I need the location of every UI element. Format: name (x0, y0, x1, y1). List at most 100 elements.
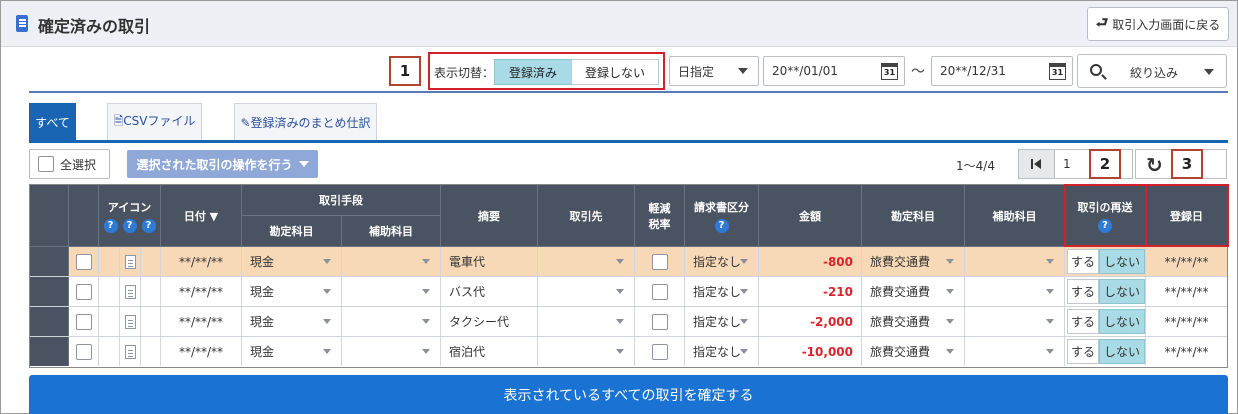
account-select[interactable]: 旅費交通費 (862, 277, 965, 306)
chevron-down-icon (946, 349, 954, 354)
method-sub-select[interactable] (342, 337, 441, 366)
date-from-input[interactable]: 20**/01/01 31 (763, 56, 905, 86)
partner-select[interactable] (538, 247, 635, 276)
table-row[interactable]: **/**/** 現金 宿泊代 指定なし -10,000 旅費交通費 する しな… (30, 337, 1227, 367)
page-number[interactable]: 1 (1063, 157, 1071, 171)
calendar-icon[interactable]: 31 (881, 63, 898, 80)
sub-account-select[interactable] (965, 247, 1065, 276)
reduced-tax-checkbox[interactable] (651, 313, 668, 330)
document-icon[interactable] (124, 314, 136, 329)
amount-cell[interactable]: -210 (759, 277, 862, 306)
account-select[interactable]: 旅費交通費 (862, 307, 965, 336)
partner-select[interactable] (538, 307, 635, 336)
help-icon[interactable]: ? (141, 218, 156, 233)
date-mode-select[interactable]: 日指定 (669, 56, 759, 86)
invoice-value: 指定なし (693, 345, 742, 359)
column-header-method: 取引手段 (242, 185, 441, 216)
account-value: 旅費交通費 (870, 315, 931, 329)
confirm-all-button[interactable]: 表示されているすべての取引を確定する (29, 375, 1228, 414)
row-handle[interactable] (30, 277, 69, 306)
resend-yes-button[interactable]: する (1067, 279, 1099, 304)
summary-cell[interactable]: タクシー代 (441, 307, 538, 336)
invoice-select[interactable]: 指定なし (685, 337, 759, 366)
reduced-tax-checkbox[interactable] (651, 343, 668, 360)
callout-3: 3 (1171, 149, 1203, 179)
amount-value: -10,000 (801, 344, 853, 359)
invoice-select[interactable]: 指定なし (685, 307, 759, 336)
table-row[interactable]: **/**/** 現金 電車代 指定なし -800 旅費交通費 する しない *… (30, 247, 1227, 277)
date-to-input[interactable]: 20**/12/31 31 (931, 56, 1073, 86)
method-account-select[interactable]: 現金 (242, 277, 342, 306)
resend-yes-button[interactable]: する (1067, 339, 1099, 364)
method-account-select[interactable]: 現金 (242, 247, 342, 276)
document-icon[interactable] (124, 344, 136, 359)
first-page-icon[interactable] (1019, 150, 1055, 178)
summary-cell[interactable]: 宿泊代 (441, 337, 538, 366)
document-icon[interactable] (124, 284, 136, 299)
resend-no-button[interactable]: しない (1099, 279, 1145, 304)
toggle-not-registered-button[interactable]: 登録しない (571, 59, 659, 85)
amount-cell[interactable]: -10,000 (759, 337, 862, 366)
account-select[interactable]: 旅費交通費 (862, 337, 965, 366)
table-row[interactable]: **/**/** 現金 バス代 指定なし -210 旅費交通費 する しない *… (30, 277, 1227, 307)
select-all-button[interactable]: 全選択 (29, 149, 110, 179)
icon-header-label: アイコン (107, 200, 152, 214)
account-select[interactable]: 旅費交通費 (862, 247, 965, 276)
partner-select[interactable] (538, 277, 635, 306)
amount-cell[interactable]: -2,000 (759, 307, 862, 336)
method-sub-select[interactable] (342, 277, 441, 306)
invoice-select[interactable]: 指定なし (685, 247, 759, 276)
select-all-checkbox[interactable] (38, 156, 54, 172)
tab-summary-journal[interactable]: ✎登録済みのまとめ仕訳 (234, 103, 377, 141)
help-icon[interactable]: ? (122, 218, 137, 233)
help-icon[interactable]: ? (103, 218, 118, 233)
column-header-date[interactable]: 日付 ▼ (161, 185, 242, 247)
chevron-down-icon (740, 289, 748, 294)
method-account-select[interactable]: 現金 (242, 307, 342, 336)
filter-button[interactable]: 絞り込み (1077, 54, 1227, 88)
row-handle[interactable] (30, 337, 69, 366)
partner-select[interactable] (538, 337, 635, 366)
row-checkbox[interactable] (75, 253, 92, 270)
summary-cell[interactable]: バス代 (441, 277, 538, 306)
tab-csv-file[interactable]: 🗎CSVファイル (107, 103, 202, 141)
toggle-registered-button[interactable]: 登録済み (494, 59, 572, 85)
resend-no-button[interactable]: しない (1099, 249, 1145, 274)
registered-date-cell: **/**/** (1164, 344, 1209, 359)
bulk-action-button[interactable]: 選択された取引の操作を行う (127, 150, 318, 178)
resend-no-button[interactable]: しない (1099, 339, 1145, 364)
tab-all[interactable]: すべて (29, 103, 76, 141)
reduced-tax-checkbox[interactable] (651, 283, 668, 300)
back-to-entry-button[interactable]: ⮐ 取引入力画面に戻る (1087, 7, 1229, 41)
spacer-cell (141, 307, 161, 336)
table-row[interactable]: **/**/** 現金 タクシー代 指定なし -2,000 旅費交通費 する し… (30, 307, 1227, 337)
method-sub-select[interactable] (342, 247, 441, 276)
sub-account-select[interactable] (965, 307, 1065, 336)
resend-yes-button[interactable]: する (1067, 249, 1099, 274)
account-value: 旅費交通費 (870, 255, 931, 269)
account-value: 旅費交通費 (870, 345, 931, 359)
row-checkbox[interactable] (75, 313, 92, 330)
row-handle[interactable] (30, 247, 69, 276)
summary-cell[interactable]: 電車代 (441, 247, 538, 276)
document-icon[interactable] (124, 254, 136, 269)
callout-1: 1 (389, 56, 421, 86)
sub-account-select[interactable] (965, 337, 1065, 366)
row-handle[interactable] (30, 307, 69, 336)
row-checkbox[interactable] (75, 283, 92, 300)
back-to-entry-label: 取引入力画面に戻る (1112, 17, 1221, 32)
row-checkbox[interactable] (75, 343, 92, 360)
calendar-icon[interactable]: 31 (1049, 63, 1066, 80)
invoice-select[interactable]: 指定なし (685, 277, 759, 306)
resend-yes-button[interactable]: する (1067, 309, 1099, 334)
method-sub-select[interactable] (342, 307, 441, 336)
amount-cell[interactable]: -800 (759, 247, 862, 276)
help-icon[interactable]: ? (714, 218, 729, 233)
sub-account-select[interactable] (965, 277, 1065, 306)
method-account-select[interactable]: 現金 (242, 337, 342, 366)
date-cell: **/**/** (161, 277, 242, 306)
reduced-tax-checkbox[interactable] (651, 253, 668, 270)
column-header-sub-account: 補助科目 (965, 185, 1065, 247)
resend-no-button[interactable]: しない (1099, 309, 1145, 334)
row-checkbox-cell (69, 247, 99, 276)
